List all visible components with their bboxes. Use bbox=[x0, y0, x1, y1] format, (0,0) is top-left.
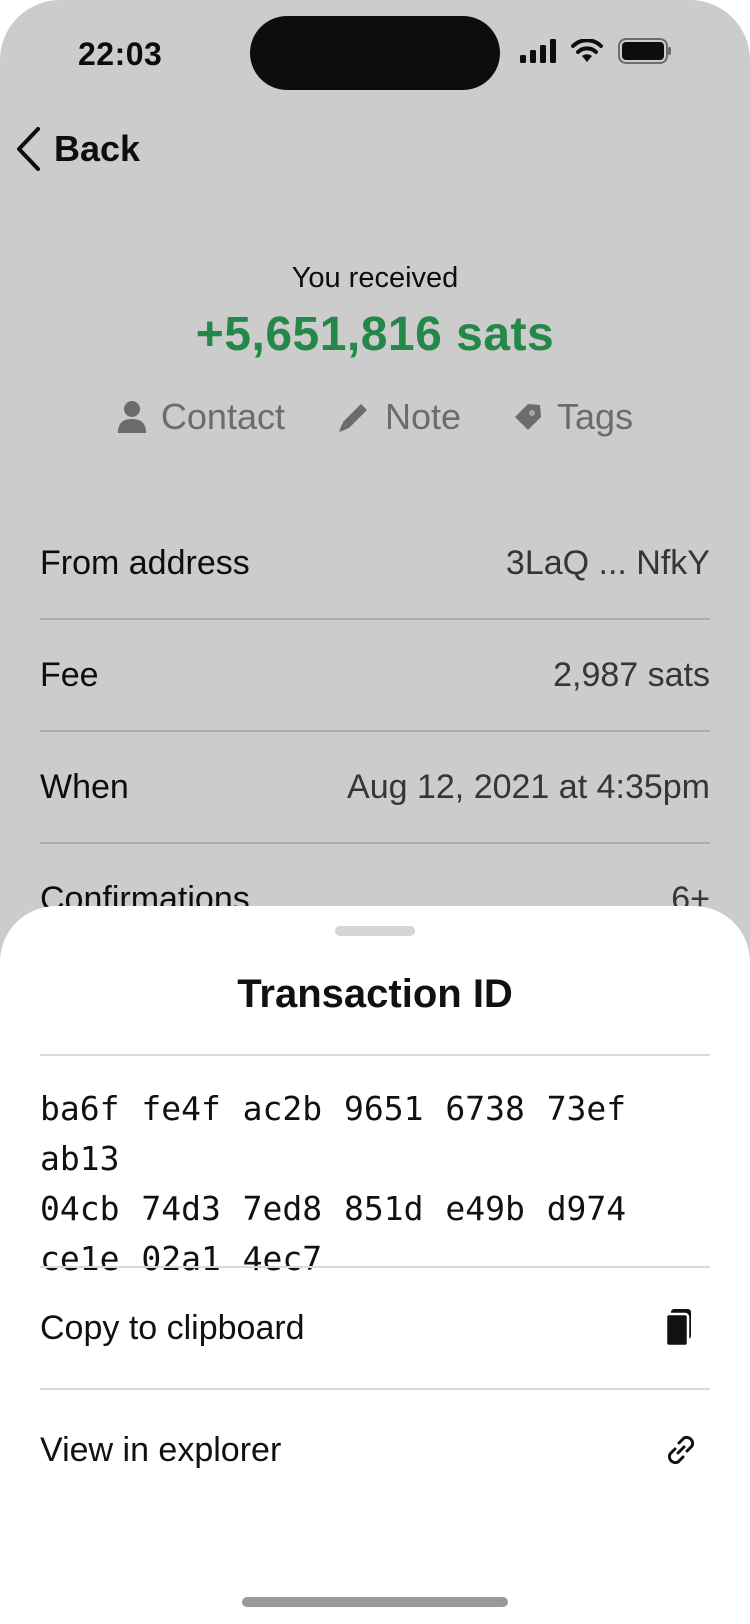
txid-line: ba6f fe4f ac2b 9651 6738 73ef ab13 bbox=[40, 1089, 627, 1178]
transaction-id-text[interactable]: ba6f fe4f ac2b 9651 6738 73ef ab13 04cb … bbox=[40, 1084, 710, 1284]
phone-screen: 22:03 Back You received +5,651,816 sats … bbox=[0, 0, 750, 1624]
txid-line: 04cb 74d3 7ed8 851d e49b d974 bbox=[40, 1189, 627, 1228]
copy-to-clipboard-button[interactable]: Copy to clipboard bbox=[40, 1268, 710, 1388]
copy-label: Copy to clipboard bbox=[40, 1308, 305, 1347]
divider bbox=[40, 1054, 710, 1056]
sheet-grabber[interactable] bbox=[335, 926, 415, 936]
sheet-title: Transaction ID bbox=[237, 972, 513, 1016]
explorer-label: View in explorer bbox=[40, 1430, 282, 1469]
home-indicator bbox=[242, 1597, 508, 1607]
clipboard-icon bbox=[664, 1309, 691, 1347]
view-in-explorer-button[interactable]: View in explorer bbox=[40, 1390, 710, 1510]
link-icon bbox=[667, 1435, 695, 1465]
transaction-id-sheet: Transaction ID ba6f fe4f ac2b 9651 6738 … bbox=[0, 906, 750, 1624]
